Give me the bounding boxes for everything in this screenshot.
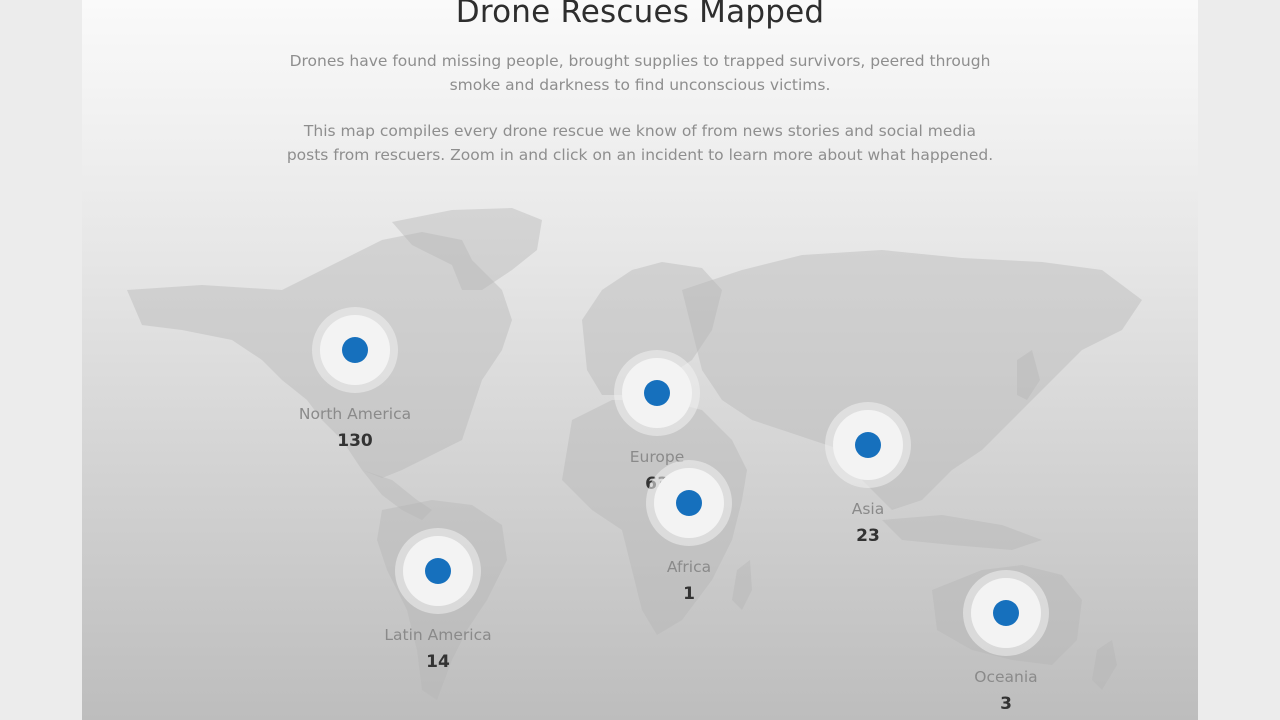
- intro-paragraph-2: This map compiles every drone rescue we …: [286, 122, 994, 164]
- region-label: Latin America: [384, 626, 492, 644]
- region-label: Africa: [666, 558, 712, 576]
- region-marker-latin-america[interactable]: Latin America 14: [338, 528, 538, 672]
- marker-dot-icon: [644, 380, 670, 406]
- region-marker-africa[interactable]: Africa 1: [589, 460, 789, 604]
- region-count: 130: [337, 431, 373, 451]
- region-marker-asia[interactable]: Asia 23: [768, 402, 968, 546]
- region-count: 14: [426, 652, 450, 672]
- region-label: Asia: [851, 500, 885, 518]
- region-count: 23: [856, 526, 880, 546]
- region-marker-north-america[interactable]: North America 130: [255, 307, 455, 451]
- marker-dot-icon: [855, 432, 881, 458]
- marker-dot-icon: [676, 490, 702, 516]
- marker-dot-icon: [342, 337, 368, 363]
- region-count: 1: [683, 584, 695, 604]
- region-count: 3: [1000, 694, 1012, 714]
- region-marker-oceania[interactable]: Oceania 3: [906, 570, 1106, 714]
- marker-ring: [825, 402, 911, 488]
- marker-ring: [395, 528, 481, 614]
- marker-ring: [963, 570, 1049, 656]
- map-panel: Drone Rescues Mapped Drones have found m…: [82, 0, 1198, 720]
- marker-ring: [646, 460, 732, 546]
- marker-dot-icon: [425, 558, 451, 584]
- marker-ring: [312, 307, 398, 393]
- page-title: Drone Rescues Mapped: [455, 0, 825, 30]
- marker-dot-icon: [993, 600, 1019, 626]
- marker-ring: [614, 350, 700, 436]
- region-label: Oceania: [974, 668, 1038, 686]
- intro-paragraph-1: Drones have found missing people, brough…: [289, 52, 991, 94]
- region-label: North America: [298, 405, 412, 423]
